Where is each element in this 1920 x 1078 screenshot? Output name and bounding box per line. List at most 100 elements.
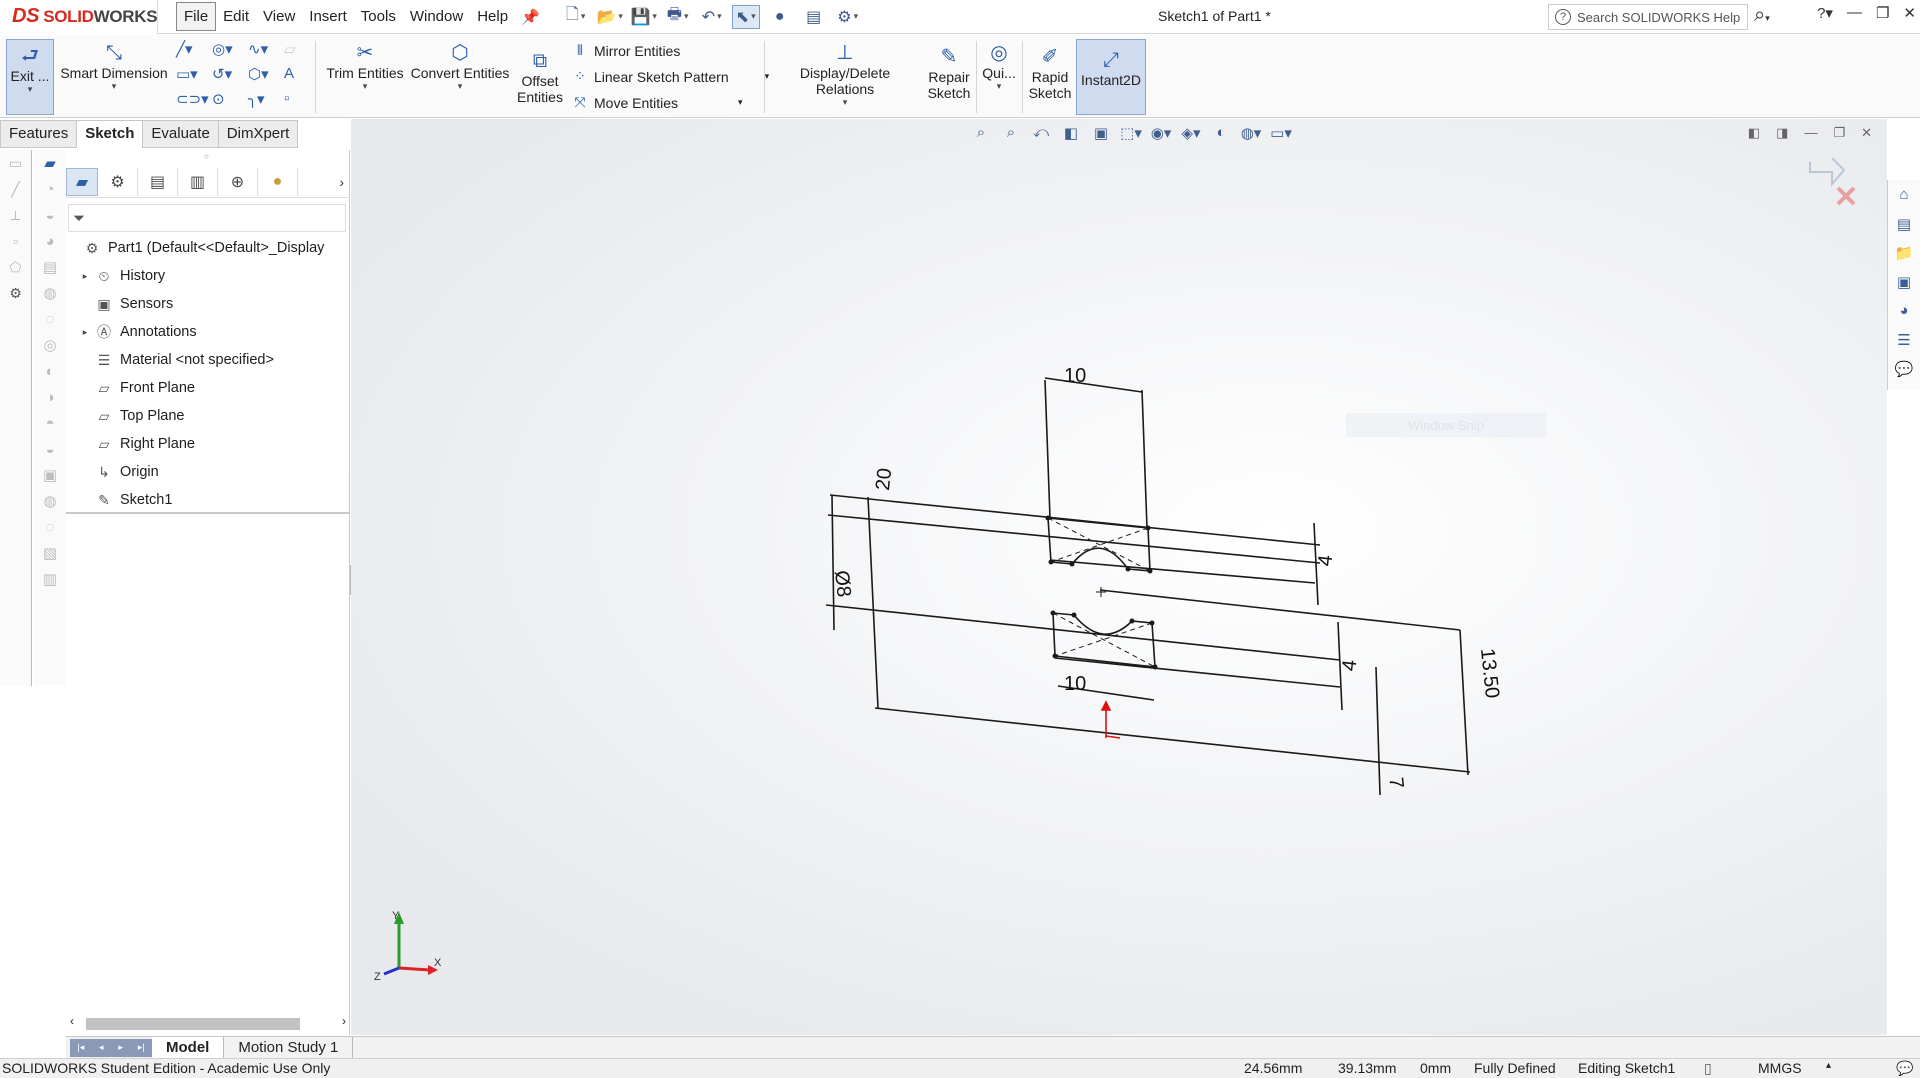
property-manager-icon[interactable]: ▤ xyxy=(138,167,178,196)
rollback-bar[interactable] xyxy=(66,512,350,514)
feature-icon[interactable]: ◍ xyxy=(34,280,66,306)
tab-scroll-buttons[interactable]: |◂ ◂ ▸ ▸| xyxy=(70,1038,152,1057)
quick-snaps-button[interactable]: ◎ Qui... ▾ xyxy=(980,41,1018,92)
feature-icon[interactable]: ◑ xyxy=(34,384,66,410)
sketch-plane-icon[interactable]: ▰ xyxy=(34,150,66,176)
horizontal-scrollbar[interactable]: ‹ › xyxy=(66,1014,350,1032)
dynamic-annotation-icon[interactable]: ▣ xyxy=(1090,124,1112,142)
chevron-right-icon[interactable]: › xyxy=(339,174,344,190)
smart-dimension-button[interactable]: ⤡ Smart Dimension ▾ xyxy=(60,41,168,92)
home-icon[interactable]: ⌂ xyxy=(1888,180,1920,209)
restore-icon[interactable]: ❐ xyxy=(1876,4,1889,22)
feature-icon[interactable]: ◒ xyxy=(34,202,66,228)
new-document-icon[interactable]: 🗋 ▾ xyxy=(562,5,590,29)
feature-icon[interactable]: ◕ xyxy=(34,228,66,254)
scroll-right-icon[interactable]: › xyxy=(342,1014,346,1028)
feature-icon[interactable]: ▤ xyxy=(34,254,66,280)
tree-item-right-plane[interactable]: ▱ Right Plane xyxy=(66,430,350,458)
unit-dropdown-icon[interactable]: ▴ xyxy=(1826,1060,1831,1071)
zoom-to-fit-icon[interactable]: ⌕ xyxy=(970,124,992,142)
scrollbar-thumb[interactable] xyxy=(86,1018,300,1030)
section-view-icon[interactable]: ◧ xyxy=(1060,124,1082,142)
rapid-sketch-button[interactable]: ✐ Rapid Sketch xyxy=(1026,45,1074,101)
solidworks-logo[interactable]: DS SOLID WORKS xyxy=(0,0,158,34)
select-icon[interactable]: ⬉ ▾ xyxy=(731,4,760,29)
configuration-manager-icon[interactable]: ▥ xyxy=(178,167,218,196)
pin-icon[interactable]: 📌 xyxy=(521,8,540,26)
edit-appearance-icon[interactable]: ◐ xyxy=(1210,124,1232,142)
undo-icon[interactable]: ↶ ▾ xyxy=(698,5,726,29)
viewport-restore-icon[interactable]: ❐ xyxy=(1833,125,1845,141)
linear-sketch-pattern-button[interactable]: ⁘ Linear Sketch Pattern ▾ xyxy=(570,68,769,85)
menu-tools[interactable]: Tools xyxy=(354,3,403,30)
print-icon[interactable]: 🖶 ▾ xyxy=(664,5,692,29)
menu-help[interactable]: Help xyxy=(470,3,515,30)
appearances-icon[interactable]: ◕ xyxy=(1888,296,1920,325)
menu-insert[interactable]: Insert xyxy=(302,3,354,30)
first-tab-icon[interactable]: |◂ xyxy=(77,1042,84,1053)
menu-view[interactable]: View xyxy=(256,3,302,30)
mirror-entities-button[interactable]: ⫴ Mirror Entities xyxy=(570,42,680,59)
tree-item-sensors[interactable]: ▣ Sensors xyxy=(66,290,350,318)
zoom-to-area-icon[interactable]: ⌕ xyxy=(1000,124,1022,142)
display-delete-relations-button[interactable]: ⊥ Display/Delete Relations ▾ xyxy=(770,41,920,108)
polygon-icon[interactable]: ⬡▾ xyxy=(248,65,284,90)
shortcut-icon[interactable]: ⟂ xyxy=(0,202,31,228)
exit-sketch-button[interactable]: ⮐ Exit ... ▾ xyxy=(6,39,54,115)
rebuild-icon[interactable]: ▯ xyxy=(1704,1060,1712,1077)
open-icon[interactable]: 📂 ▾ xyxy=(596,5,624,29)
tree-item-front-plane[interactable]: ▱ Front Plane xyxy=(66,374,350,402)
search-icon[interactable]: ⌕▾ xyxy=(1754,4,1770,27)
file-explorer-icon[interactable]: 📁 xyxy=(1888,238,1920,267)
feature-icon[interactable]: ◎ xyxy=(34,332,66,358)
view-settings-icon[interactable]: ▭▾ xyxy=(1270,124,1292,142)
menu-edit[interactable]: Edit xyxy=(216,3,256,30)
resources-icon[interactable]: ▤ xyxy=(1888,209,1920,238)
save-icon[interactable]: 💾 ▾ xyxy=(630,5,658,29)
feature-icon[interactable]: ◍ xyxy=(34,488,66,514)
exit-sketch-corner-icon[interactable] xyxy=(1809,158,1846,187)
graphics-area[interactable] xyxy=(351,119,1887,1035)
display-manager-icon[interactable]: ● xyxy=(258,167,298,196)
featuremanager-tree-icon[interactable]: ▰ xyxy=(66,167,98,196)
view-palette-icon[interactable]: ▣ xyxy=(1888,267,1920,296)
custom-properties-icon[interactable]: ☰ xyxy=(1888,325,1920,354)
tab-dimxpert[interactable]: DimXpert xyxy=(217,120,299,148)
rectangle-icon[interactable]: ▭▾ xyxy=(176,65,212,90)
convert-entities-button[interactable]: ⬡ Convert Entities ▾ xyxy=(410,41,510,92)
fillet-icon[interactable]: ╮▾ xyxy=(248,90,284,115)
minimize-icon[interactable]: — xyxy=(1847,4,1862,22)
tree-item-top-plane[interactable]: ▱ Top Plane xyxy=(66,402,350,430)
unit-system[interactable]: MMGS xyxy=(1758,1060,1802,1076)
tab-sketch[interactable]: Sketch xyxy=(76,120,144,148)
viewport-split-icon[interactable]: ◨ xyxy=(1776,125,1788,141)
dimxpert-manager-icon[interactable]: ⊕ xyxy=(218,167,258,196)
shortcut-icon[interactable]: ╱ xyxy=(0,176,31,202)
hide-show-items-icon[interactable]: ◈▾ xyxy=(1180,124,1202,142)
menu-window[interactable]: Window xyxy=(403,3,470,30)
help-menu-icon[interactable]: ?▾ xyxy=(1817,4,1833,22)
tab-features[interactable]: Features xyxy=(0,120,78,148)
viewport-split-icon[interactable]: ◧ xyxy=(1748,125,1760,141)
tree-item-origin[interactable]: ↳ Origin xyxy=(66,458,350,486)
tab-evaluate[interactable]: Evaluate xyxy=(142,120,219,148)
previous-view-icon[interactable]: ⤺ xyxy=(1030,124,1052,142)
repair-sketch-button[interactable]: ✎ Repair Sketch xyxy=(926,45,972,101)
search-input[interactable]: ? Search SOLIDWORKS Help xyxy=(1548,4,1748,30)
next-tab-icon[interactable]: ▸ xyxy=(118,1042,123,1053)
viewport-minimize-icon[interactable]: — xyxy=(1804,125,1817,141)
cancel-sketch-corner-icon[interactable] xyxy=(1836,186,1856,206)
shortcut-icon[interactable]: ▭ xyxy=(0,150,31,176)
instant2d-button[interactable]: ⤢ Instant2D xyxy=(1076,39,1146,115)
shortcut-icon[interactable]: ⬠ xyxy=(0,254,31,280)
panel-grip[interactable]: ○ xyxy=(204,152,209,161)
confirmation-corner[interactable] xyxy=(1808,158,1862,210)
spline-icon[interactable]: ∿▾ xyxy=(248,40,284,65)
feature-icon[interactable]: ◌ xyxy=(34,514,66,540)
trim-entities-button[interactable]: ✂ Trim Entities ▾ xyxy=(326,41,404,92)
feature-icon[interactable]: ▣ xyxy=(34,462,66,488)
notifications-icon[interactable]: 💬 xyxy=(1896,1060,1913,1077)
tree-item-material[interactable]: ☰ Material <not specified> xyxy=(66,346,350,374)
tree-item-sketch1[interactable]: ✎ Sketch1 xyxy=(66,486,350,514)
tree-filter-input[interactable]: ⏷ xyxy=(68,204,346,232)
